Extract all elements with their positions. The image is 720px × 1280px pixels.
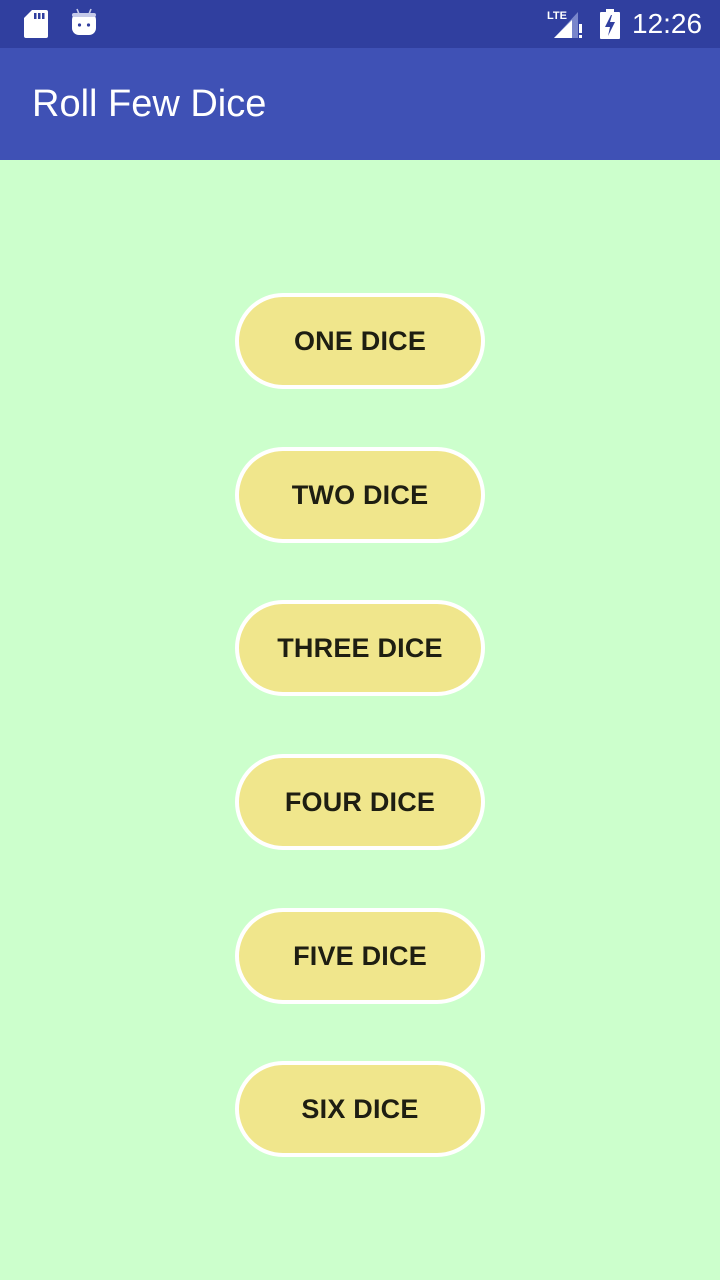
sd-card-icon	[24, 10, 48, 38]
three-dice-button[interactable]: THREE DICE	[235, 600, 485, 696]
one-dice-button[interactable]: ONE DICE	[235, 293, 485, 389]
clock: 12:26	[632, 8, 703, 39]
status-bar: LTE 12:26	[0, 0, 720, 48]
lte-signal-icon: LTE	[547, 10, 582, 38]
app-bar: Roll Few Dice	[0, 48, 720, 160]
android-debug-icon	[72, 8, 96, 35]
svg-text:LTE: LTE	[547, 10, 567, 22]
app-title: Roll Few Dice	[32, 83, 267, 125]
main-content: ONE DICE TWO DICE THREE DICE FOUR DICE F…	[0, 160, 720, 1280]
battery-charging-icon	[600, 9, 620, 39]
six-dice-button[interactable]: SIX DICE	[235, 1061, 485, 1157]
five-dice-button[interactable]: FIVE DICE	[235, 908, 485, 1004]
four-dice-button[interactable]: FOUR DICE	[235, 754, 485, 850]
two-dice-button[interactable]: TWO DICE	[235, 447, 485, 543]
